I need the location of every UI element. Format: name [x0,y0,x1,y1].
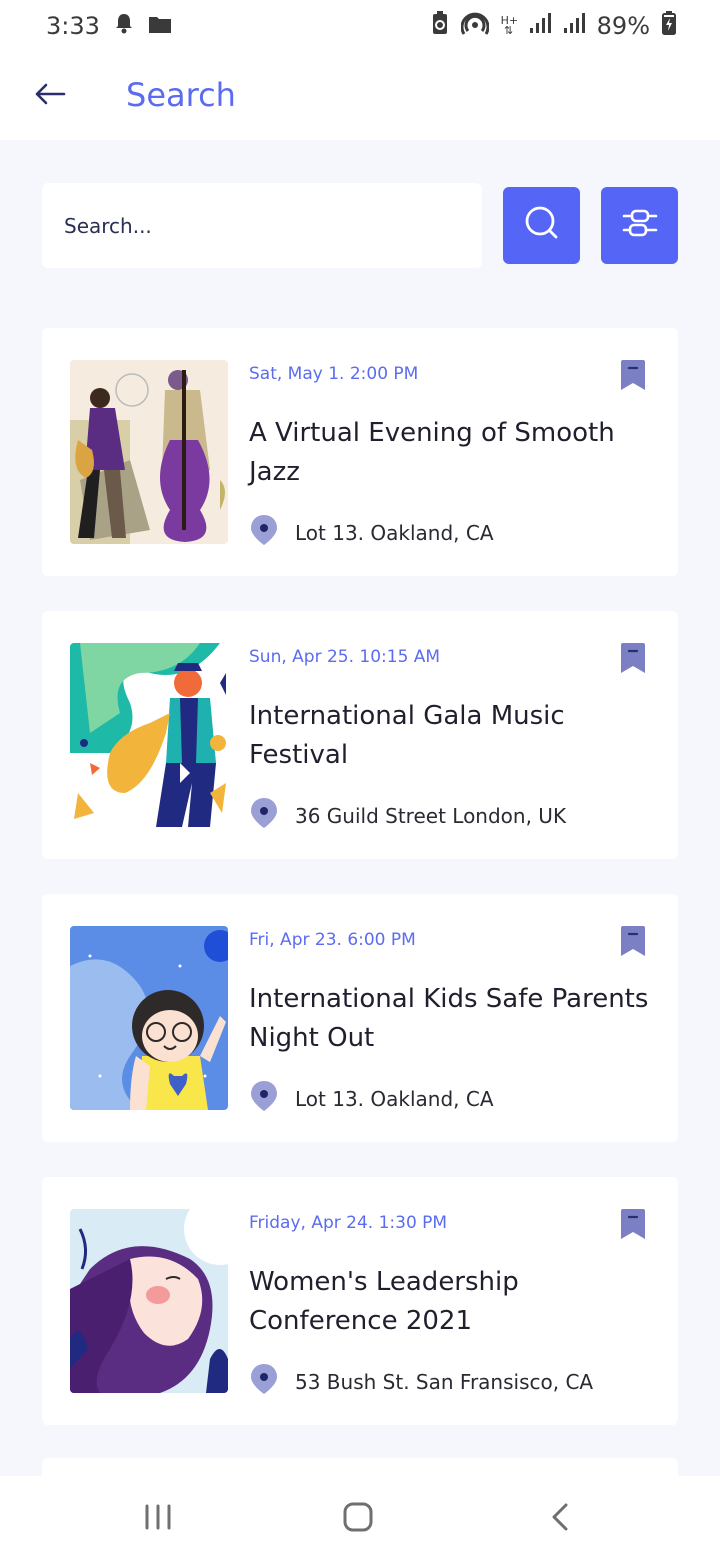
filter-button[interactable] [601,187,678,264]
page-title: Search [126,76,236,114]
back-button[interactable] [30,76,70,116]
event-card[interactable]: Sun, Apr 25. 10:15 AM International Gala… [42,611,678,859]
bookmark-button[interactable] [619,1209,647,1241]
event-title: Women's Leadership Conference 2021 [249,1267,519,1336]
system-nav-bar [0,1476,720,1560]
app-header: Search [0,52,720,140]
event-card[interactable]: Friday, Apr 24. 1:30 PM Women's Leadersh… [42,1177,678,1425]
bookmark-icon [619,926,647,962]
location-text: 53 Bush St. San Fransisco, CA [295,1369,594,1394]
bookmark-icon [619,360,647,396]
event-image-kids [70,926,228,1110]
signal-icon [563,12,585,40]
sliders-icon [620,203,660,248]
event-location: 53 Bush St. San Fransisco, CA [249,1363,593,1400]
event-image-jazz [70,360,228,544]
event-image-leadership [70,1209,228,1393]
home-button[interactable] [342,1502,374,1537]
bookmark-icon [619,1209,647,1245]
search-input[interactable] [64,213,482,238]
event-title: International Gala Music Festival [249,701,565,770]
location-text: Lot 13. Oakland, CA [295,520,494,545]
recents-button[interactable] [143,1502,173,1537]
event-location: 36 Guild Street London, UK [249,797,566,834]
event-card[interactable]: Sat, May 1. 2:00 PM A Virtual Evening of… [42,328,678,576]
location-text: Lot 13. Oakland, CA [295,1086,494,1111]
location-pin-icon [249,797,279,834]
location-pin-icon [249,1080,279,1117]
search-box[interactable] [42,183,482,268]
event-date: Fri, Apr 23. 6:00 PM [249,930,416,950]
signal-icon [529,12,551,40]
event-card[interactable]: Fri, Apr 23. 6:00 PM International Kids … [42,894,678,1142]
search-icon [522,203,562,248]
arrow-left-icon [34,82,66,111]
location-text: 36 Guild Street London, UK [295,803,567,828]
recents-icon [143,1504,173,1536]
battery-charging-icon [662,11,676,41]
status-time: 3:33 [46,12,100,40]
location-pin-icon [249,1363,279,1400]
data-arrows-icon: H+ ⇅ [500,14,519,37]
event-image-music-festival [70,643,228,827]
nav-back-icon [548,1503,572,1536]
search-button[interactable] [503,187,580,264]
event-title: International Kids Safe Parents Night Ou… [249,984,649,1053]
folder-icon [148,12,172,40]
hotspot-icon [460,11,490,41]
nav-back-button[interactable] [548,1502,572,1537]
event-location: Lot 13. Oakland, CA [249,514,494,551]
bookmark-button[interactable] [619,926,647,958]
bookmark-button[interactable] [619,360,647,392]
bookmark-button[interactable] [619,643,647,675]
location-pin-icon [249,514,279,551]
event-location: Lot 13. Oakland, CA [249,1080,494,1117]
network-type: H+ [500,14,519,27]
battery-level: 89% [596,12,650,40]
event-date: Friday, Apr 24. 1:30 PM [249,1213,448,1233]
home-icon [342,1502,374,1536]
event-date: Sun, Apr 25. 10:15 AM [249,647,441,667]
bookmark-icon [619,643,647,679]
event-title: A Virtual Evening of Smooth Jazz [249,418,615,487]
battery-saver-icon [431,11,449,41]
event-date: Sat, May 1. 2:00 PM [249,364,419,384]
bell-icon [114,12,134,40]
status-bar: 3:33 H+ ⇅ 89% [0,0,720,52]
